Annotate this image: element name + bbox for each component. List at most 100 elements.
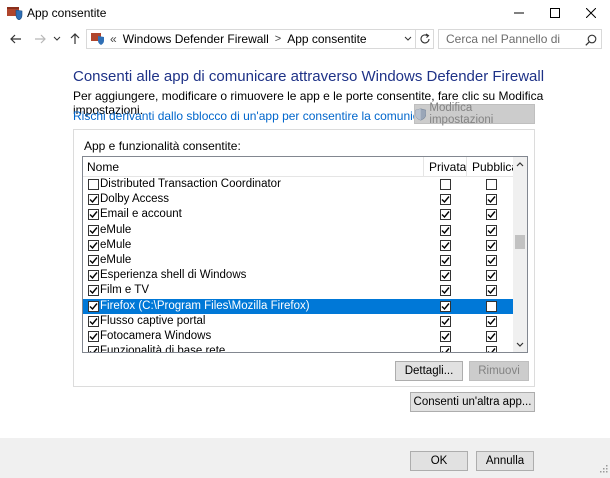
row-public-checkbox[interactable] (486, 239, 497, 251)
table-row[interactable]: Email e account (83, 207, 513, 222)
row-app-name: Distributed Transaction Coordinator (100, 178, 281, 190)
address-dropdown-icon[interactable] (403, 33, 413, 47)
row-private-checkbox[interactable] (440, 194, 451, 206)
row-app-name: Firefox (C:\Program Files\Mozilla Firefo… (100, 299, 310, 312)
chevron-down-icon (516, 342, 524, 347)
row-public-checkbox[interactable] (486, 254, 497, 266)
dialog-footer: OK Annulla (0, 438, 610, 478)
row-app-name: Email e account (100, 208, 182, 221)
row-public-checkbox[interactable] (486, 270, 497, 282)
row-private-checkbox[interactable] (440, 179, 451, 190)
resize-grip-icon[interactable] (598, 462, 608, 476)
risk-link[interactable]: Rischi derivanti dallo sblocco di un'app… (73, 109, 454, 123)
refresh-icon (420, 33, 430, 44)
row-private-checkbox[interactable] (440, 300, 451, 312)
row-enabled-checkbox[interactable] (88, 209, 99, 221)
modify-settings-button[interactable]: Modifica impostazioni (414, 102, 535, 126)
address-overflow-chevron[interactable]: « (110, 32, 117, 46)
table-row[interactable]: Funzionalità di base rete (83, 344, 513, 353)
scroll-up-button[interactable] (513, 157, 527, 171)
row-private-checkbox[interactable] (440, 285, 451, 297)
window-title: App consentite (27, 6, 107, 20)
row-public-checkbox[interactable] (486, 346, 497, 352)
table-row[interactable]: Fotocamera Windows (83, 329, 513, 344)
row-enabled-checkbox[interactable] (88, 330, 99, 342)
recent-locations-button[interactable] (52, 30, 62, 48)
scroll-down-button[interactable] (513, 338, 527, 352)
column-separator (423, 157, 424, 177)
ok-button[interactable]: OK (410, 451, 468, 471)
table-row[interactable]: Esperienza shell di Windows (83, 268, 513, 283)
row-public-checkbox[interactable] (486, 285, 497, 297)
row-private-checkbox[interactable] (440, 330, 451, 342)
table-row[interactable]: Dolby Access (83, 192, 513, 207)
vertical-scrollbar[interactable] (513, 157, 527, 352)
search-icon[interactable] (585, 33, 597, 51)
row-app-name: Flusso captive portal (100, 314, 206, 327)
row-private-checkbox[interactable] (440, 346, 451, 352)
table-row[interactable]: Film e TV (83, 283, 513, 298)
row-enabled-checkbox[interactable] (88, 300, 99, 312)
row-app-name: Film e TV (100, 284, 149, 297)
row-public-checkbox[interactable] (486, 330, 497, 342)
breadcrumb-firewall[interactable]: Windows Defender Firewall (123, 32, 269, 46)
chevron-down-icon (53, 36, 61, 41)
allow-another-app-button[interactable]: Consenti un'altra app... (410, 392, 535, 412)
row-enabled-checkbox[interactable] (88, 224, 99, 236)
row-private-checkbox[interactable] (440, 209, 451, 221)
refresh-button[interactable] (416, 29, 434, 49)
back-button[interactable] (7, 30, 25, 48)
row-enabled-checkbox[interactable] (88, 194, 99, 206)
forward-button[interactable] (31, 30, 49, 48)
row-public-checkbox[interactable] (486, 209, 497, 221)
close-button[interactable] (568, 0, 610, 26)
row-enabled-checkbox[interactable] (88, 270, 99, 282)
row-public-checkbox[interactable] (486, 315, 497, 327)
table-row[interactable]: eMule (83, 238, 513, 253)
row-app-name: eMule (100, 223, 132, 236)
search-input[interactable]: Cerca nel Pannello di controllo (438, 29, 602, 64)
chevron-up-icon (516, 162, 524, 167)
table-row[interactable]: eMule (83, 253, 513, 268)
cancel-button[interactable]: Annulla (476, 451, 534, 471)
row-public-checkbox[interactable] (486, 300, 497, 312)
row-enabled-checkbox[interactable] (88, 179, 99, 190)
control-panel-icon (90, 31, 106, 48)
row-enabled-checkbox[interactable] (88, 239, 99, 251)
row-private-checkbox[interactable] (440, 315, 451, 327)
modify-settings-label: Modifica impostazioni (429, 102, 494, 126)
row-app-name: Dolby Access (100, 193, 170, 206)
breadcrumb-allowed-apps[interactable]: App consentite (287, 32, 366, 46)
row-app-name: Funzionalità di base rete (100, 345, 226, 353)
row-public-checkbox[interactable] (486, 179, 497, 190)
breadcrumb-separator[interactable]: > (275, 33, 281, 45)
row-private-checkbox[interactable] (440, 270, 451, 282)
address-box[interactable]: « Windows Defender Firewall > App consen… (86, 29, 416, 49)
allowed-apps-list[interactable]: Nome Privata Pubblica Distributed Transa… (82, 156, 528, 353)
arrow-left-icon (10, 34, 21, 44)
table-row[interactable]: Firefox (C:\Program Files\Mozilla Firefo… (83, 298, 513, 314)
table-row[interactable]: eMule (83, 223, 513, 238)
column-header-private[interactable]: Privata (429, 160, 466, 174)
table-row[interactable]: Distributed Transaction Coordinator (83, 177, 513, 192)
row-enabled-checkbox[interactable] (88, 346, 99, 352)
row-private-checkbox[interactable] (440, 239, 451, 251)
up-button[interactable] (66, 30, 84, 48)
arrow-up-icon (70, 33, 80, 44)
allowed-apps-group: App e funzionalità consentite: Nome Priv… (73, 129, 535, 387)
column-header-name[interactable]: Nome (87, 160, 119, 174)
column-header-public[interactable]: Pubblica (472, 160, 518, 174)
table-row[interactable]: Flusso captive portal (83, 314, 513, 329)
page-title: Consenti alle app di comunicare attraver… (73, 68, 545, 85)
row-public-checkbox[interactable] (486, 224, 497, 236)
row-private-checkbox[interactable] (440, 254, 451, 266)
row-private-checkbox[interactable] (440, 224, 451, 236)
row-public-checkbox[interactable] (486, 194, 497, 206)
row-enabled-checkbox[interactable] (88, 254, 99, 266)
scroll-thumb[interactable] (515, 235, 525, 249)
remove-button[interactable]: Rimuovi (469, 361, 529, 381)
row-enabled-checkbox[interactable] (88, 315, 99, 327)
row-app-name: Fotocamera Windows (100, 329, 212, 342)
row-enabled-checkbox[interactable] (88, 285, 99, 297)
details-button[interactable]: Dettagli... (395, 361, 463, 381)
